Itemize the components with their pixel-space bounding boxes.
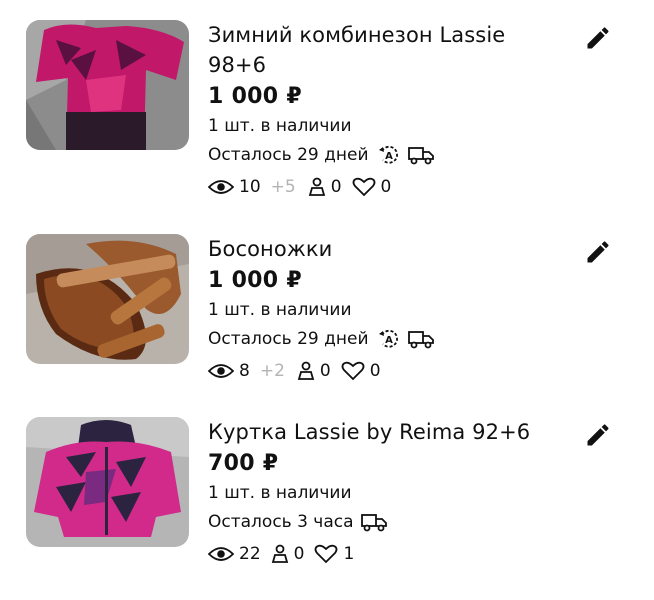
views-stat: 10: [208, 173, 261, 201]
favorites-count: 0: [380, 177, 392, 197]
item-stock: 1 шт. в наличии: [208, 300, 352, 320]
item-remaining: Осталось 29 дней A: [208, 325, 568, 353]
eye-icon: [208, 547, 234, 561]
item-stats: 8 +2 0 0: [208, 357, 568, 385]
edit-button[interactable]: [584, 421, 612, 449]
item-stock: 1 шт. в наличии: [208, 116, 352, 136]
svg-text:A: A: [385, 335, 393, 346]
item-title[interactable]: Босоножки: [208, 234, 568, 264]
contacts-count: 0: [293, 544, 305, 564]
item-stats: 22 0 1: [208, 540, 568, 568]
truck-icon: [407, 331, 434, 349]
favorites-stat: 0: [352, 173, 392, 201]
pencil-icon: [587, 27, 609, 49]
item-photo[interactable]: [26, 234, 189, 364]
favorites-count: 0: [369, 361, 381, 381]
favorites-stat: 0: [341, 357, 381, 385]
contacts-count: 0: [330, 177, 342, 197]
remaining-text: Осталось 29 дней: [208, 145, 369, 165]
listing-item[interactable]: Босоножки 1 000 ₽ 1 шт. в наличии Остало…: [26, 234, 626, 381]
contacts-stat: 0: [297, 357, 331, 385]
contacts-stat: 0: [271, 540, 305, 568]
listing-item[interactable]: Куртка Lassie by Reima 92+6 700 ₽ 1 шт. …: [26, 417, 626, 564]
item-price: 1 000 ₽: [208, 268, 302, 293]
pencil-icon: [587, 241, 609, 263]
views-stat: 8: [208, 357, 250, 385]
edit-button[interactable]: [584, 238, 612, 266]
contacts-stat: 0: [308, 173, 342, 201]
pencil-icon: [587, 424, 609, 446]
item-price: 1 000 ₽: [208, 84, 302, 109]
item-photo[interactable]: [26, 20, 189, 150]
views-count: 22: [239, 544, 261, 564]
heart-icon: [341, 361, 365, 381]
favorites-stat: 1: [314, 540, 354, 568]
truck-icon: [407, 147, 434, 165]
views-count: 8: [239, 361, 250, 381]
svg-text:A: A: [385, 151, 393, 162]
heart-icon: [315, 544, 338, 564]
views-delta: +5: [270, 177, 296, 197]
auto-renew-icon: A: [378, 145, 398, 164]
person-icon: [297, 361, 315, 380]
eye-icon: [208, 364, 234, 378]
heart-icon: [352, 177, 375, 197]
item-stats: 10 +5 0 0: [208, 173, 568, 201]
contacts-count: 0: [319, 361, 331, 381]
item-title[interactable]: Зимний комбинезон Lassie 98+6: [208, 20, 538, 80]
eye-icon: [208, 180, 234, 194]
item-remaining: Осталось 3 часа: [208, 508, 568, 536]
truck-icon: [360, 514, 387, 532]
item-remaining: Осталось 29 дней A: [208, 141, 568, 169]
item-title[interactable]: Куртка Lassie by Reima 92+6: [208, 417, 568, 447]
person-icon: [308, 177, 325, 196]
remaining-text: Осталось 29 дней: [208, 329, 369, 349]
views-delta: +2: [259, 361, 285, 381]
item-stock: 1 шт. в наличии: [208, 483, 352, 503]
edit-button[interactable]: [584, 24, 612, 52]
person-icon: [271, 544, 288, 563]
remaining-text: Осталось 3 часа: [208, 512, 354, 532]
favorites-count: 1: [343, 544, 355, 564]
item-photo[interactable]: [26, 417, 189, 547]
auto-renew-icon: A: [378, 329, 398, 348]
views-stat: 22: [208, 540, 261, 568]
listing-item[interactable]: Зимний комбинезон Lassie 98+6 1 000 ₽ 1 …: [26, 20, 626, 197]
item-price: 700 ₽: [208, 451, 279, 476]
views-count: 10: [239, 177, 261, 197]
